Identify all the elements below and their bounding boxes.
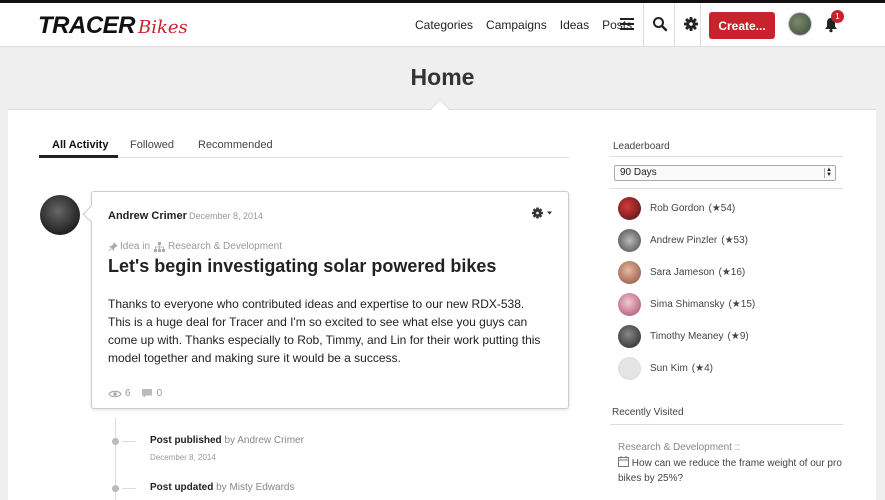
- avatar: [618, 260, 641, 284]
- post-card: Andrew Crimer December 8, 2014 Idea in R…: [91, 191, 569, 409]
- leader-name: Sun Kim: [650, 362, 688, 374]
- recent-category[interactable]: Research & Development ::: [618, 442, 740, 453]
- avatar: [618, 356, 641, 380]
- timeline-action: Post published: [150, 435, 222, 446]
- author-avatar[interactable]: [40, 195, 80, 235]
- post-stats: 6 0: [108, 388, 162, 399]
- nav-categories[interactable]: Categories: [415, 18, 473, 32]
- leaderboard-heading: Leaderboard: [613, 141, 670, 152]
- leaderboard-entry[interactable]: Timothy Meaney (★9): [618, 324, 749, 348]
- leader-name: Timothy Meaney: [650, 330, 724, 342]
- leaderboard-entry[interactable]: Sima Shimansky (★15): [618, 292, 755, 316]
- leader-name: Rob Gordon: [650, 202, 705, 214]
- divider: [610, 188, 843, 189]
- leader-score: (★15): [728, 298, 756, 310]
- recent-item[interactable]: How can we reduce the frame weight of ou…: [618, 456, 843, 486]
- post-title[interactable]: Let's begin investigating solar powered …: [108, 256, 496, 277]
- recent-item-title: How can we reduce the frame weight of ou…: [618, 458, 842, 484]
- period-select-value: 90 Days: [620, 167, 657, 178]
- divider: [700, 3, 701, 47]
- leader-name: Sima Shimansky: [650, 298, 725, 310]
- eye-icon: [108, 390, 122, 397]
- comment-icon: [141, 389, 152, 398]
- leaderboard-entry[interactable]: Andrew Pinzler (★53): [618, 228, 748, 252]
- calendar-icon: [618, 456, 629, 467]
- timeline-dot: [112, 438, 119, 445]
- activity-tabs: All Activity Followed Recommended: [39, 137, 569, 158]
- post-category[interactable]: Research & Development: [168, 241, 282, 252]
- active-tab-indicator: [39, 155, 118, 158]
- menu-icon[interactable]: [620, 18, 634, 30]
- period-select[interactable]: 90 Days ▲ ▼: [614, 165, 836, 181]
- divider: [610, 156, 843, 157]
- leaderboard-entry[interactable]: Sara Jameson (★16): [618, 260, 745, 284]
- leader-score: (★9): [727, 330, 749, 342]
- hierarchy-icon: [154, 241, 166, 252]
- post-type: Idea in: [120, 241, 151, 252]
- pin-icon: [108, 241, 118, 251]
- post-author[interactable]: Andrew Crimer: [108, 210, 187, 222]
- leader-score: (★16): [718, 266, 746, 278]
- gear-icon[interactable]: [682, 15, 700, 33]
- timeline-connector: [122, 488, 136, 489]
- recently-visited-heading: Recently Visited: [612, 407, 684, 418]
- nav-ideas[interactable]: Ideas: [560, 18, 589, 32]
- divider: [674, 3, 675, 47]
- select-arrows-icon: ▲ ▼: [824, 167, 832, 178]
- divider: [610, 424, 843, 425]
- notification-badge: 1: [831, 10, 844, 23]
- comment-count: 0: [156, 388, 163, 399]
- header: TRACER Bikes Categories Campaigns Ideas …: [0, 3, 885, 47]
- avatar: [618, 196, 641, 220]
- leader-name: Andrew Pinzler: [650, 234, 718, 246]
- nav-campaigns[interactable]: Campaigns: [486, 18, 547, 32]
- create-button[interactable]: Create...: [709, 12, 775, 39]
- timeline-event: Post published by Andrew Crimer: [150, 435, 304, 446]
- divider: [643, 3, 644, 47]
- leaderboard-entry[interactable]: Rob Gordon (★54): [618, 196, 735, 220]
- leaderboard-entry[interactable]: Sun Kim (★4): [618, 356, 713, 380]
- timeline-action: Post updated: [150, 482, 214, 493]
- logo-sub: Bikes: [138, 17, 188, 38]
- tab-all-activity[interactable]: All Activity: [52, 139, 108, 151]
- user-avatar[interactable]: [788, 12, 812, 36]
- tab-recommended[interactable]: Recommended: [198, 139, 273, 151]
- logo-main: TRACER: [38, 12, 136, 39]
- leader-score: (★54): [708, 202, 736, 214]
- avatar: [618, 292, 641, 316]
- timeline-dot: [112, 485, 119, 492]
- timeline-event: Post updated by Misty Edwards: [150, 482, 294, 493]
- page-title: Home: [410, 64, 475, 90]
- leader-score: (★4): [691, 362, 713, 374]
- tab-followed[interactable]: Followed: [130, 139, 174, 151]
- post-body: Thanks to everyone who contributed ideas…: [108, 297, 541, 365]
- avatar: [618, 228, 641, 252]
- avatar: [618, 324, 641, 348]
- main-nav: Categories Campaigns Ideas Posts: [415, 3, 645, 47]
- timeline-date: December 8, 2014: [150, 453, 216, 462]
- post-category-line: Idea in Research & Development: [108, 241, 282, 252]
- post-date: December 8, 2014: [189, 211, 264, 221]
- view-count: 6: [125, 388, 131, 399]
- leader-name: Sara Jameson: [650, 266, 715, 278]
- leader-score: (★53): [721, 234, 749, 246]
- timeline-connector: [122, 441, 136, 442]
- brand-logo[interactable]: TRACER Bikes: [38, 12, 188, 40]
- timeline-by[interactable]: by Andrew Crimer: [224, 435, 303, 446]
- search-icon[interactable]: [651, 15, 669, 33]
- timeline-by[interactable]: by Misty Edwards: [216, 482, 294, 493]
- post-options-icon[interactable]: [532, 207, 554, 219]
